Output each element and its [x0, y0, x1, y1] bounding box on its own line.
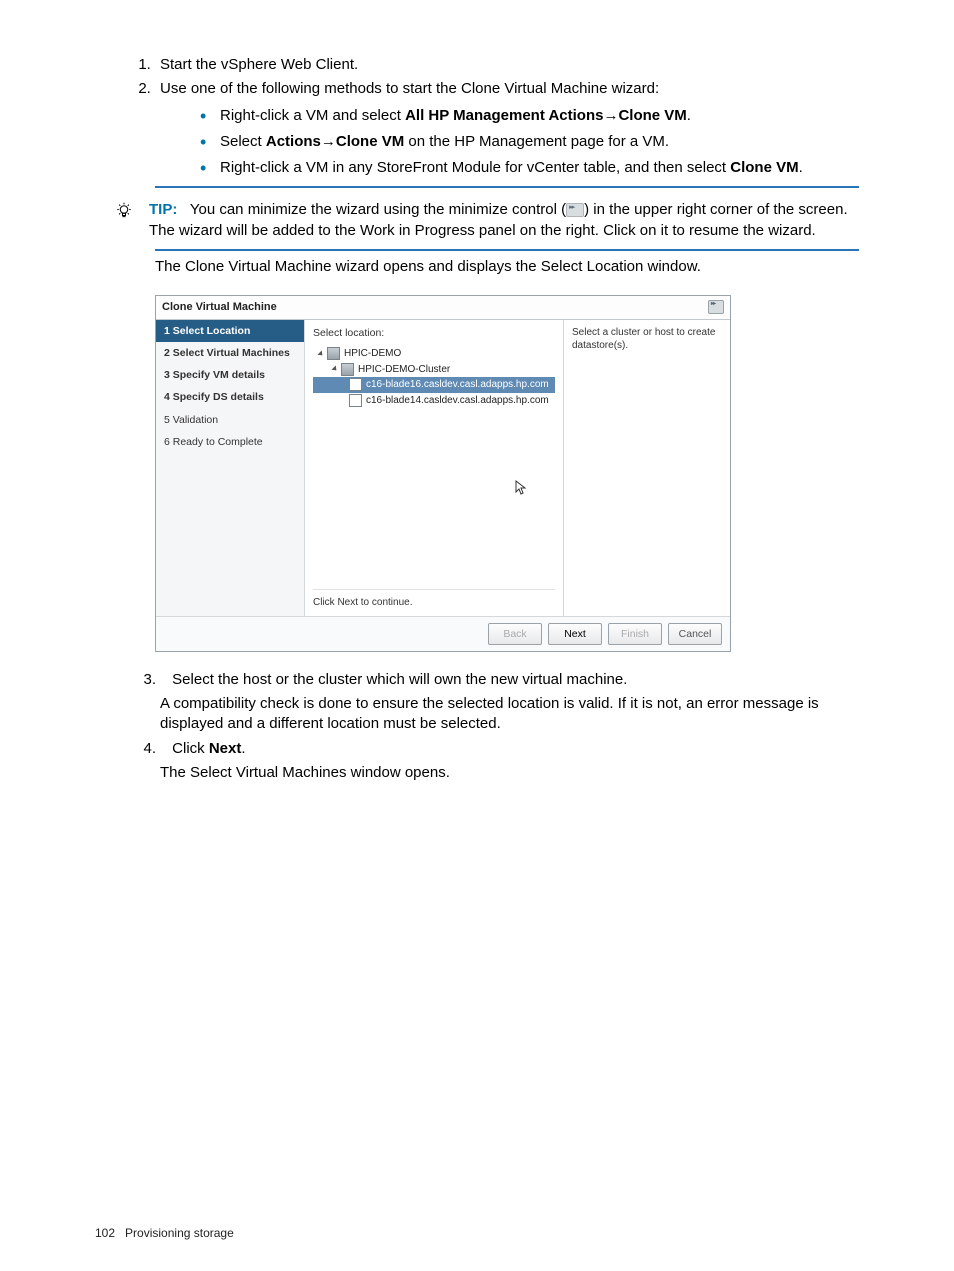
step-4-body: The Select Virtual Machines window opens… — [160, 763, 859, 783]
next-button[interactable]: Next — [548, 623, 602, 645]
step-2-b2: Select Actions→Clone VM on the HP Manage… — [200, 132, 859, 152]
step-2-b1: Right-click a VM and select All HP Manag… — [200, 106, 859, 126]
tip-lightbulb-icon — [115, 202, 133, 220]
tip-text-a: You can minimize the wizard using the mi… — [190, 201, 566, 218]
step-3-body: A compatibility check is done to ensure … — [160, 694, 859, 735]
page-footer: 102 Provisioning storage — [95, 1225, 234, 1241]
wizard-nav-step-3[interactable]: 3 Specify VM details — [156, 364, 304, 386]
host-icon — [349, 378, 362, 391]
page-number: 102 — [95, 1226, 115, 1240]
step-list-1: Start the vSphere Web Client. Use one of… — [95, 55, 859, 178]
step-2-intro: Use one of the following methods to star… — [160, 80, 659, 97]
tip-block: TIP: You can minimize the wizard using t… — [95, 200, 859, 241]
step-list-2: Select the host or the cluster which wil… — [95, 670, 859, 783]
step-3: Select the host or the cluster which wil… — [155, 670, 859, 735]
tree-host-1[interactable]: c16-blade16.casldev.casl.adapps.hp.com — [313, 377, 555, 393]
clone-vm-wizard: Clone Virtual Machine 1 Select Location … — [155, 295, 731, 652]
cancel-button[interactable]: Cancel — [668, 623, 722, 645]
tree-datacenter[interactable]: HPIC-DEMO — [313, 346, 555, 362]
host-icon — [349, 394, 362, 407]
wizard-nav: 1 Select Location 2 Select Virtual Machi… — [156, 320, 305, 616]
chevron-down-icon — [317, 350, 324, 357]
wizard-hint-text: Click Next to continue. — [313, 589, 555, 610]
minimize-control-icon — [566, 203, 584, 217]
tip-label: TIP: — [149, 201, 177, 218]
wizard-select-location-label: Select location: — [313, 326, 555, 340]
section-title: Provisioning storage — [125, 1226, 234, 1240]
wizard-nav-step-4[interactable]: 4 Specify DS details — [156, 386, 304, 408]
wizard-title: Clone Virtual Machine — [162, 300, 277, 315]
mouse-cursor-icon — [515, 480, 527, 496]
datacenter-icon — [327, 347, 340, 360]
step-4: Click Next. The Select Virtual Machines … — [155, 739, 859, 784]
wizard-titlebar: Clone Virtual Machine — [156, 296, 730, 320]
wizard-nav-step-1[interactable]: 1 Select Location — [156, 320, 304, 342]
step-2-b3: Right-click a VM in any StoreFront Modul… — [200, 158, 859, 178]
separator-bottom — [155, 249, 859, 251]
finish-button[interactable]: Finish — [608, 623, 662, 645]
wizard-minimize-button[interactable] — [708, 300, 724, 314]
separator-top — [155, 186, 859, 188]
after-tip-text: The Clone Virtual Machine wizard opens a… — [155, 257, 859, 277]
chevron-down-icon — [331, 366, 338, 373]
step-1: Start the vSphere Web Client. — [155, 55, 859, 75]
wizard-nav-step-2[interactable]: 2 Select Virtual Machines — [156, 342, 304, 364]
wizard-tree-panel: Select location: HPIC-DEMO HPIC-DEMO-Clu… — [305, 320, 563, 616]
cluster-icon — [341, 363, 354, 376]
step-1-text: Start the vSphere Web Client. — [160, 56, 358, 73]
wizard-nav-step-5[interactable]: 5 Validation — [156, 409, 304, 431]
wizard-location-tree[interactable]: HPIC-DEMO HPIC-DEMO-Cluster c16-blade16.… — [313, 346, 555, 585]
wizard-nav-step-6[interactable]: 6 Ready to Complete — [156, 431, 304, 453]
wizard-footer: Back Next Finish Cancel — [156, 616, 730, 651]
wizard-right-panel: Select a cluster or host to create datas… — [563, 320, 730, 616]
tree-host-2[interactable]: c16-blade14.casldev.casl.adapps.hp.com — [313, 393, 555, 409]
back-button[interactable]: Back — [488, 623, 542, 645]
tree-cluster[interactable]: HPIC-DEMO-Cluster — [313, 362, 555, 378]
step-2: Use one of the following methods to star… — [155, 79, 859, 178]
step-2-bullets: Right-click a VM and select All HP Manag… — [160, 106, 859, 179]
